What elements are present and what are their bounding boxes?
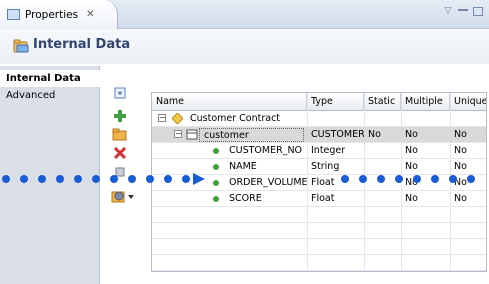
row-name: Customer Contract [190,113,281,124]
window-controls: ▽ [443,7,483,16]
page-title: Internal Data [33,37,131,52]
internal-data-icon [13,39,29,53]
row-name: CUSTOMER_NO [229,145,303,156]
attribute-icon [213,196,219,202]
row-multiple: No [405,161,418,172]
row-name: SCORE [229,193,262,204]
table-row[interactable]: CUSTOMER_NO Integer No No [152,143,486,159]
table-row[interactable]: − customer CUSTOMER No No No [152,127,486,143]
row-multiple: No [405,145,418,156]
section-nav: Internal Data Advanced [0,66,101,284]
row-name: NAME [229,161,257,172]
collapse-toggle-icon[interactable]: − [158,114,166,122]
minimize-icon[interactable] [458,9,468,11]
delete-button[interactable] [110,143,130,163]
close-icon[interactable]: ✕ [86,9,94,20]
properties-icon [7,9,20,20]
attribute-icon [213,180,219,186]
table-row[interactable]: ORDER_VOLUME Float No No [152,175,486,191]
move-up-button[interactable] [110,162,130,182]
collapse-toggle-icon[interactable]: − [174,130,182,138]
properties-view-tab[interactable]: Properties ✕ [0,0,118,29]
row-multiple: No [405,129,418,140]
collapse-all-icon [114,87,126,99]
add-icon [114,110,126,122]
gear-dropdown-icon [111,191,134,203]
row-unique: No [454,193,467,204]
add-button[interactable] [110,106,130,126]
column-header-unique[interactable]: Unique [450,93,486,111]
nav-item-internal-data[interactable]: Internal Data [0,70,101,87]
view-menu-icon[interactable]: ▽ [443,7,453,16]
contract-icon [172,113,183,124]
collapse-all-button[interactable] [110,83,130,103]
table-row[interactable]: − Customer Contract [152,111,486,127]
row-type: Float [311,177,335,188]
empty-row [152,239,486,255]
maximize-icon[interactable] [473,7,483,16]
column-header-type[interactable]: Type [307,93,364,111]
column-header-name[interactable]: Name [152,93,307,111]
row-static: No [368,129,381,140]
table-header: Name Type Static Multiple Unique [152,93,486,111]
internal-data-table: Name Type Static Multiple Unique − Custo… [151,92,487,272]
nav-item-advanced[interactable]: Advanced [0,87,100,104]
row-static [364,175,401,191]
row-unique: No [454,145,467,156]
empty-row [152,223,486,239]
column-header-static[interactable]: Static [364,93,401,111]
move-up-icon [115,167,125,177]
row-unique: No [454,161,467,172]
row-type: String [311,161,340,172]
row-unique: No [454,129,467,140]
empty-row [152,255,486,271]
row-static [364,191,401,207]
open-button[interactable] [110,124,130,144]
row-multiple: No [405,177,418,188]
row-static [364,143,401,159]
table-row[interactable]: NAME String No No [152,159,486,175]
view-tab-label: Properties [25,8,79,21]
more-actions-button[interactable] [110,186,136,206]
row-multiple: No [405,193,418,204]
empty-row [152,207,486,223]
row-type: Integer [311,145,346,156]
attribute-icon [213,164,219,170]
view-tab-bar: Properties ✕ ▽ [0,0,489,29]
column-header-multiple[interactable]: Multiple [401,93,450,111]
row-name: ORDER_VOLUME [229,177,307,188]
row-static [364,159,401,175]
delete-icon [113,146,127,160]
table-row[interactable]: SCORE Float No No [152,191,486,207]
row-name: customer [199,128,304,142]
table-type-icon [186,129,198,140]
folder-icon [112,128,127,141]
attribute-icon [213,148,219,154]
row-type: CUSTOMER [311,129,364,140]
row-unique: No [454,177,467,188]
row-type: Float [311,193,335,204]
